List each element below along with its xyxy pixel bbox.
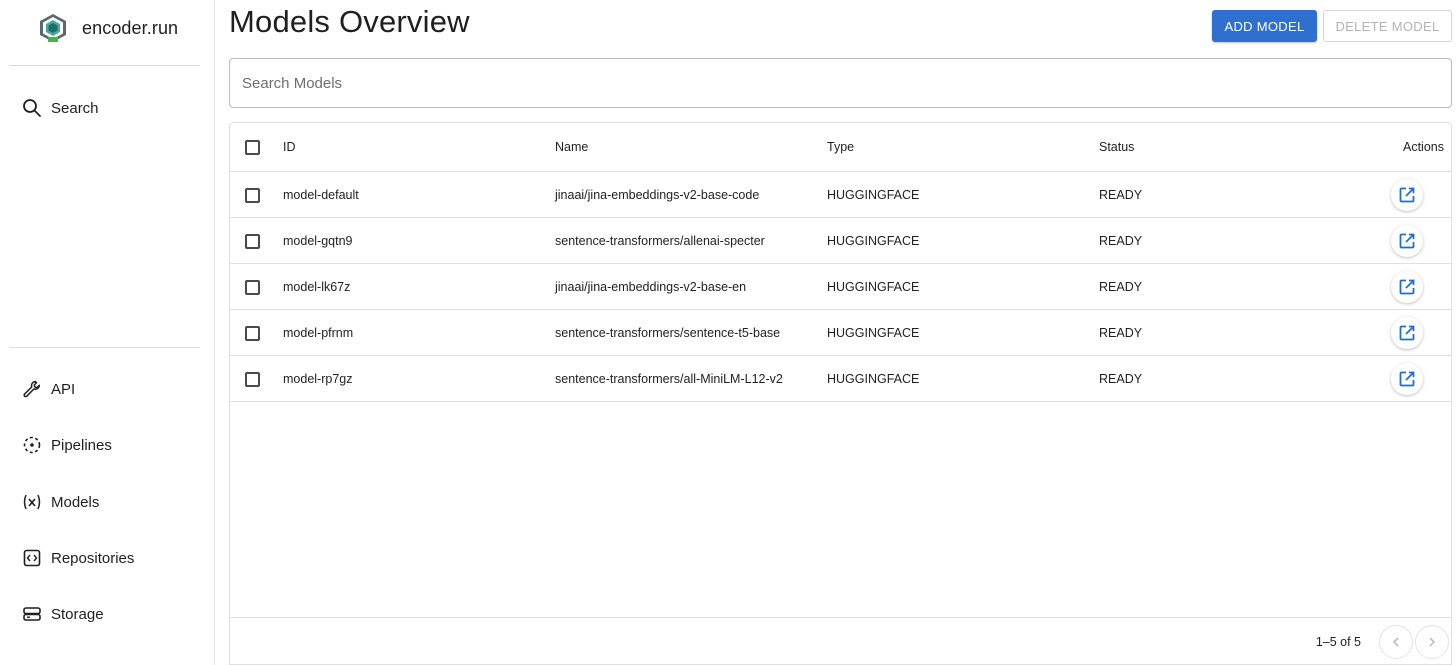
page-title: Models Overview (229, 4, 470, 39)
table-header: ID Name Type Status Actions (230, 123, 1451, 172)
next-page-button[interactable] (1415, 625, 1449, 659)
row-checkbox[interactable] (245, 188, 260, 203)
cell-id: model-rp7gz (283, 371, 353, 386)
cell-type: HUGGINGFACE (827, 233, 920, 248)
table-row[interactable]: model-pfrnm sentence-transformers/senten… (230, 310, 1451, 356)
column-header-id[interactable]: ID (283, 123, 296, 171)
open-in-new-icon (1399, 371, 1415, 387)
row-checkbox[interactable] (245, 280, 260, 295)
pipelines-icon (22, 435, 42, 455)
row-checkbox[interactable] (245, 234, 260, 249)
open-model-button[interactable] (1391, 317, 1423, 349)
open-model-button[interactable] (1391, 225, 1423, 257)
sidebar-item-label: Models (51, 493, 100, 511)
cell-type: HUGGINGFACE (827, 187, 920, 202)
open-model-button[interactable] (1391, 363, 1423, 395)
chevron-right-icon (1429, 637, 1436, 647)
sidebar-item-repositories[interactable]: Repositories (22, 543, 134, 573)
brand[interactable]: encoder.run (38, 12, 178, 44)
table-footer: 1–5 of 5 (230, 617, 1451, 665)
function-variable-icon (22, 492, 42, 512)
open-in-new-icon (1399, 187, 1415, 203)
previous-page-button[interactable] (1379, 625, 1413, 659)
open-in-new-icon (1399, 279, 1415, 295)
sidebar-item-pipelines[interactable]: Pipelines (22, 430, 112, 460)
table-row[interactable]: model-rp7gz sentence-transformers/all-Mi… (230, 356, 1451, 402)
sidebar-item-label: Pipelines (51, 436, 112, 454)
sidebar-item-label: Search (51, 99, 99, 117)
sidebar-item-search[interactable]: Search (22, 93, 99, 123)
sidebar-item-label: Storage (51, 605, 104, 623)
cell-name: sentence-transformers/all-MiniLM-L12-v2 (555, 371, 783, 386)
models-table: ID Name Type Status Actions model-defaul… (229, 122, 1452, 665)
search-icon (22, 98, 42, 118)
table-row[interactable]: model-gqtn9 sentence-transformers/allena… (230, 218, 1451, 264)
storage-icon (22, 604, 42, 624)
cell-name: sentence-transformers/sentence-t5-base (555, 325, 781, 340)
sidebar-divider-bottom (9, 347, 200, 348)
open-in-new-icon (1399, 325, 1415, 341)
cell-status: READY (1099, 325, 1143, 340)
cell-id: model-lk67z (283, 279, 351, 294)
cell-status: READY (1099, 187, 1143, 202)
open-in-new-icon (1399, 233, 1415, 249)
select-all-checkbox[interactable] (245, 140, 260, 155)
cell-id: model-default (283, 187, 359, 202)
cell-type: HUGGINGFACE (827, 325, 920, 340)
pagination-range: 1–5 of 5 (1315, 635, 1361, 649)
wrench-icon (22, 379, 42, 399)
cell-type: HUGGINGFACE (827, 279, 920, 294)
row-checkbox[interactable] (245, 326, 260, 341)
sidebar-item-label: Repositories (51, 549, 135, 567)
sidebar-item-api[interactable]: API (22, 374, 75, 404)
cell-id: model-gqtn9 (283, 233, 353, 248)
brand-name: encoder.run (82, 17, 179, 38)
cell-name: jinaai/jina-embeddings-v2-base-code (555, 187, 760, 202)
cell-name: sentence-transformers/allenai-specter (555, 233, 765, 248)
open-model-button[interactable] (1391, 271, 1423, 303)
cell-id: model-pfrnm (283, 325, 354, 340)
column-header-actions: Actions (1403, 140, 1444, 154)
table-row[interactable]: model-default jinaai/jina-embeddings-v2-… (230, 172, 1451, 218)
row-checkbox[interactable] (245, 372, 260, 387)
chevron-left-icon (1392, 637, 1399, 647)
search-input[interactable] (230, 59, 1451, 107)
cell-status: READY (1099, 279, 1143, 294)
cell-status: READY (1099, 233, 1143, 248)
sidebar: encoder.run Search API Pipelines Models … (0, 0, 215, 665)
open-model-button[interactable] (1391, 179, 1423, 211)
search-field (229, 58, 1452, 108)
cell-name: jinaai/jina-embeddings-v2-base-en (555, 279, 747, 294)
add-model-button[interactable]: ADD MODEL (1212, 10, 1317, 42)
sidebar-divider-top (9, 65, 200, 66)
code-box-icon (22, 548, 42, 568)
cell-type: HUGGINGFACE (827, 371, 920, 386)
cell-status: READY (1099, 371, 1143, 386)
sidebar-item-storage[interactable]: Storage (22, 599, 104, 629)
table-row[interactable]: model-lk67z jinaai/jina-embeddings-v2-ba… (230, 264, 1451, 310)
column-header-status[interactable]: Status (1099, 123, 1134, 171)
sidebar-item-label: API (51, 380, 76, 398)
column-header-name[interactable]: Name (555, 123, 588, 171)
delete-model-button[interactable]: DELETE MODEL (1323, 10, 1452, 42)
column-header-type[interactable]: Type (827, 123, 854, 171)
brand-logo-icon (38, 13, 68, 43)
sidebar-item-models[interactable]: Models (22, 487, 99, 517)
